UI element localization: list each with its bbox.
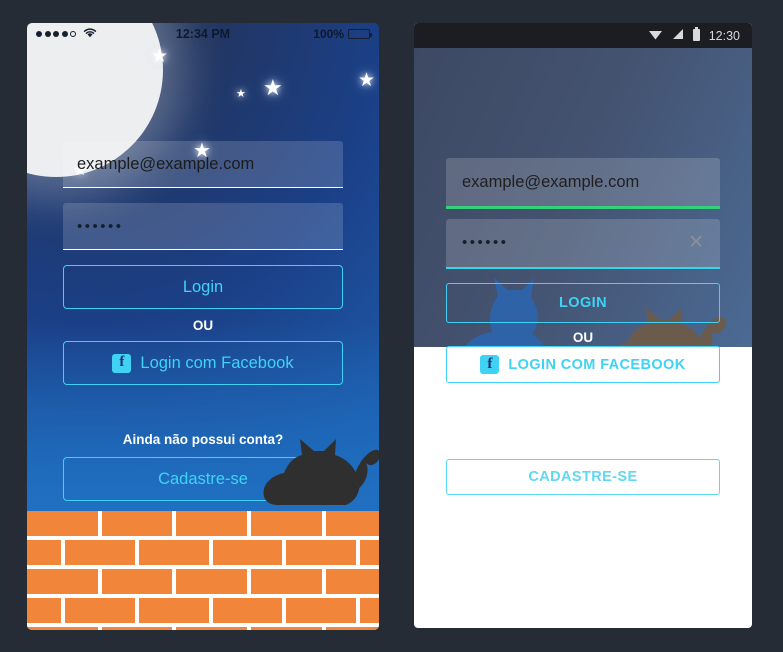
brick [325,511,379,536]
android-login-form: example@example.com •••••• ✕ LOGIN OU [414,158,752,351]
brick [138,540,209,565]
android-login-button-label: LOGIN [559,295,607,311]
brick-row [27,627,379,630]
brick [286,598,357,623]
ios-signup-button-label: Cadastre-se [158,469,248,488]
brick [27,598,61,623]
brick [360,598,379,623]
brick [250,511,322,536]
android-email-field[interactable]: example@example.com [446,158,720,206]
ios-login-form: example@example.com •••••• Login OU f Lo… [27,141,379,385]
android-password-value: •••••• [462,234,509,251]
brick [27,511,98,536]
brick [250,627,322,630]
ios-password-field[interactable]: •••••• [63,203,343,250]
brick [138,598,209,623]
android-status-bar: 12:30 [414,23,752,48]
facebook-icon: f [480,355,500,374]
star-icon: ★ [151,46,169,67]
close-icon[interactable]: ✕ [688,233,704,252]
ios-clock: 12:34 PM [175,27,231,41]
brick [286,540,357,565]
ios-facebook-login-button[interactable]: f Login com Facebook [63,341,343,385]
brick [27,569,98,594]
brick [325,569,379,594]
cat-silhouette-icon [260,427,379,524]
brick [27,627,98,630]
brick [64,598,135,623]
android-separator-label: OU [572,330,594,345]
wifi-icon [648,28,663,43]
brick-row [27,511,379,536]
android-signup-button[interactable]: CADASTRE-SE [446,459,720,495]
brick [64,540,135,565]
brick [360,540,379,565]
star-icon: ★ [358,70,376,91]
battery-icon [348,29,372,39]
ios-login-button-label: Login [182,277,224,296]
brick [27,540,61,565]
ios-login-button[interactable]: Login [63,265,343,309]
battery-icon [692,27,701,44]
screenshot-stage: ★ ★ ★ ★ ★ ★ 12:34 PM 100% example@exampl… [0,0,783,652]
ios-email-field[interactable]: example@example.com [63,141,343,188]
brick [212,598,283,623]
android-email-value: example@example.com [462,172,640,191]
android-phone-frame: 12:30 example@example.com •••••• ✕ LOGIN… [414,23,752,628]
android-facebook-button-label: LOGIN COM FACEBOOK [508,356,686,373]
brick [250,569,322,594]
brick-wall [27,511,379,630]
brick-row [27,540,379,565]
android-signup-button-label: CADASTRE-SE [528,469,638,485]
brick [101,511,173,536]
brick [212,540,283,565]
android-password-field[interactable]: •••••• ✕ [446,218,720,267]
brick [101,569,173,594]
ios-password-value: •••••• [77,217,124,235]
brick [176,511,247,536]
brick [101,627,173,630]
star-icon: ★ [263,75,283,100]
star-icon: ★ [236,88,246,100]
signal-icon [671,28,684,43]
brick-row [27,569,379,594]
brick-row [27,598,379,623]
facebook-icon: f [112,353,132,373]
android-login-button[interactable]: LOGIN [446,283,720,323]
ios-facebook-button-label: Login com Facebook [140,353,294,372]
android-facebook-login-button[interactable]: f LOGIN COM FACEBOOK [446,346,720,383]
ios-phone-frame: ★ ★ ★ ★ ★ ★ 12:34 PM 100% example@exampl… [27,23,379,630]
ios-email-value: example@example.com [77,154,255,173]
ios-separator-label: OU [192,318,214,333]
ios-status-bar: 12:34 PM 100% [27,23,379,45]
brick [325,627,379,630]
brick [176,569,247,594]
android-clock: 12:30 [708,28,740,43]
brick [176,627,247,630]
